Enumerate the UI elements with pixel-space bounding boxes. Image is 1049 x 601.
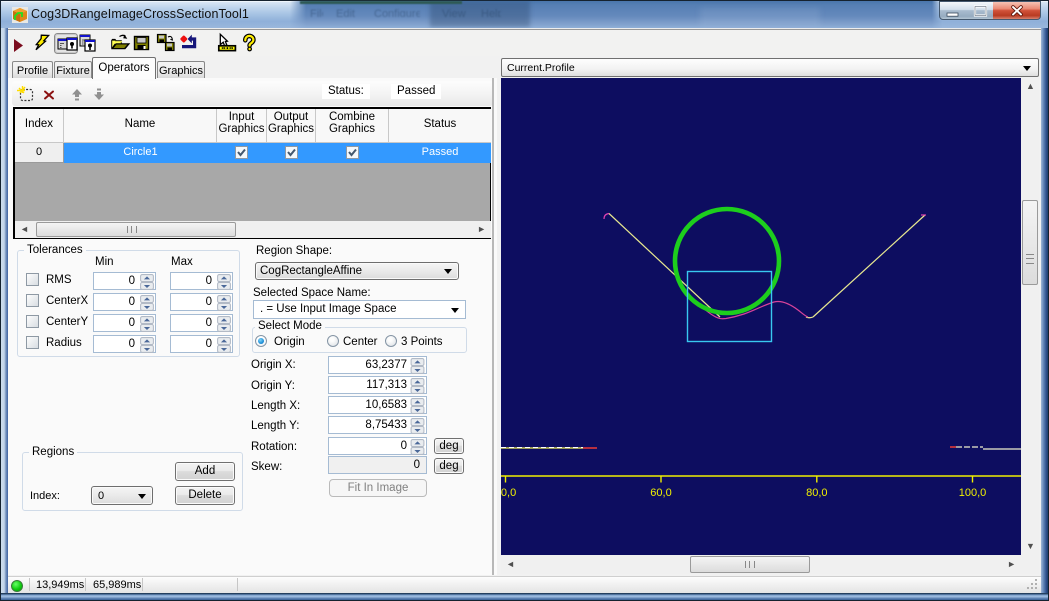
svg-text:100,0: 100,0 [959, 487, 987, 499]
svg-text:80,0: 80,0 [806, 487, 827, 499]
svg-text:40,0: 40,0 [501, 487, 516, 499]
svg-text:60,0: 60,0 [650, 487, 671, 499]
